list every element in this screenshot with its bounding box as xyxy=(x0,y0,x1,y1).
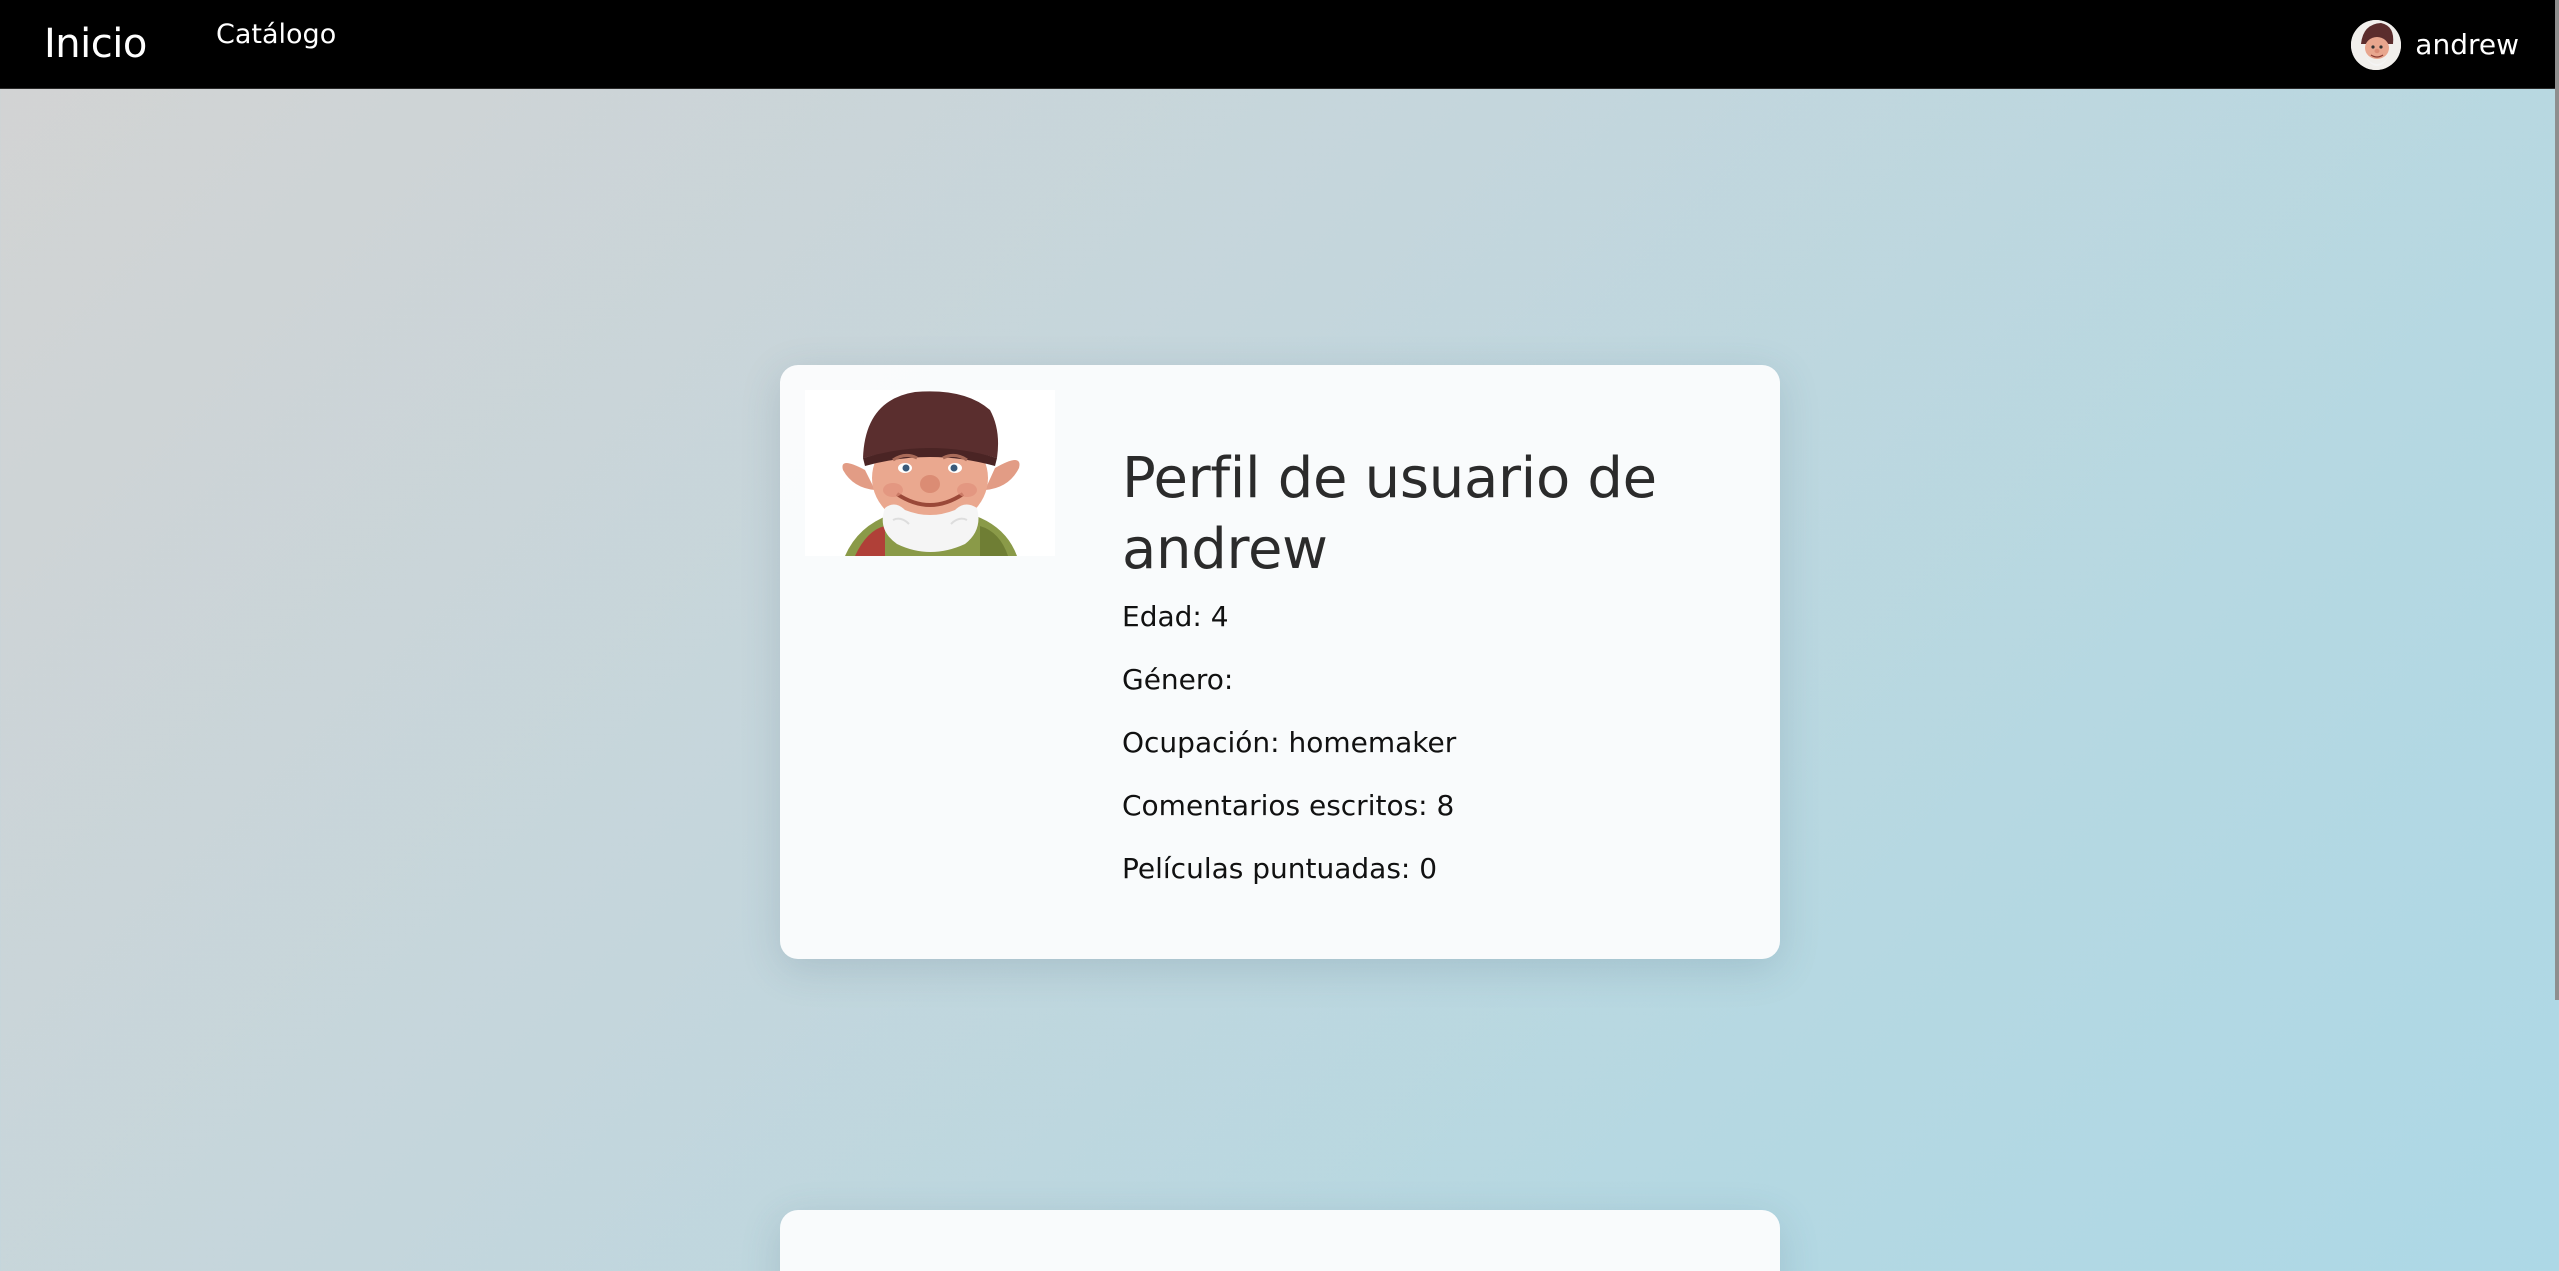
profile-photo xyxy=(805,390,1055,556)
page-scrollbar-thumb[interactable] xyxy=(2555,0,2559,1000)
gnome-avatar-icon xyxy=(2351,20,2402,70)
stat-rated-movies: Películas puntuadas: 0 xyxy=(1122,852,1438,885)
avatar[interactable] xyxy=(2351,20,2402,70)
page-title: Perfil de usuario de andrew xyxy=(1122,446,1657,582)
stat-occupation: Ocupación: homemaker xyxy=(1122,726,1457,759)
profile-info: Perfil de usuario de andrew Edad: 4 Géne… xyxy=(1122,443,1742,914)
user-menu[interactable]: andrew xyxy=(2351,20,2519,70)
stat-age: Edad: 4 xyxy=(1122,600,1229,633)
home-link[interactable]: Inicio xyxy=(44,19,147,69)
secondary-card xyxy=(780,1210,1780,1271)
nav-username[interactable]: andrew xyxy=(2415,20,2519,70)
stat-comments-written: Comentarios escritos: 8 xyxy=(1122,789,1455,822)
profile-card: Perfil de usuario de andrew Edad: 4 Géne… xyxy=(780,365,1780,959)
top-navbar: Inicio Catálogo andrew xyxy=(0,0,2555,89)
gnome-figurine-icon xyxy=(805,390,1055,556)
stat-gender: Género: xyxy=(1122,663,1234,696)
nav-link-catalog[interactable]: Catálogo xyxy=(216,17,336,53)
